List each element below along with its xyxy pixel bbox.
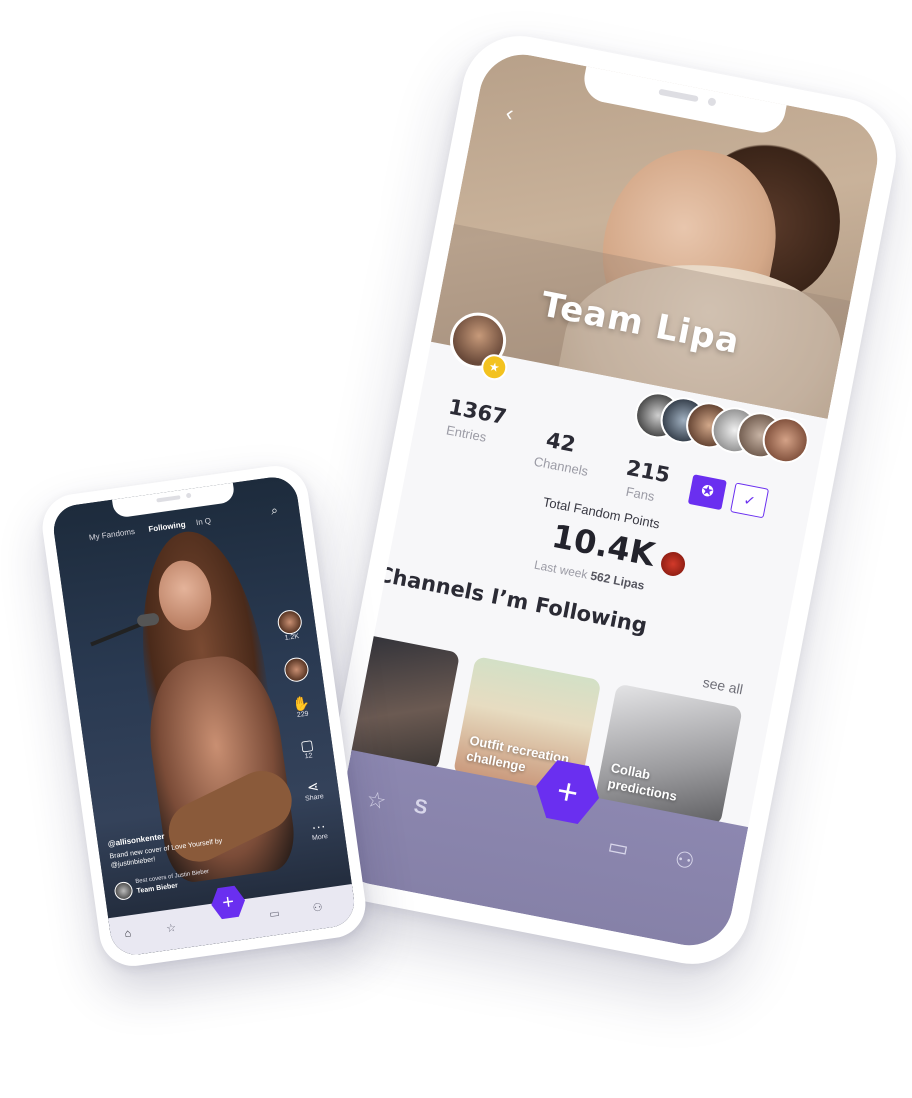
claps-action[interactable]: ✋ 229 <box>283 693 320 721</box>
feed-phone: My Fandoms Following In Q ⌕ 1.2K ✋ 229 ▢… <box>38 461 370 971</box>
profile-screen: ‹ Team Lipa ★ 1367 Entries 42 Channels 2… <box>327 47 885 953</box>
profile-icon[interactable]: ⚇ <box>312 900 323 914</box>
star-icon[interactable]: ☆ <box>165 921 176 935</box>
follow-check-button[interactable]: ✓ <box>730 482 770 519</box>
profile-phone: ‹ Team Lipa ★ 1367 Entries 42 Channels 2… <box>306 26 906 974</box>
points-week-value: 562 Lipas <box>589 568 646 593</box>
likes-action[interactable]: 1.2K <box>271 608 309 643</box>
award-button[interactable]: ✪ <box>687 474 727 511</box>
back-arrow-icon[interactable]: ‹ <box>504 100 516 127</box>
store-icon[interactable]: ▭ <box>268 906 280 920</box>
front-camera <box>707 97 717 107</box>
fans-value: 215 <box>624 455 672 488</box>
comments-action[interactable]: ▢ 12 <box>289 735 326 763</box>
see-all-link[interactable]: see all <box>702 674 745 697</box>
fans-label: Fans <box>624 483 656 505</box>
entries-label: Entries <box>445 422 488 445</box>
fandom-coin-icon <box>658 549 688 579</box>
creator-avatar[interactable] <box>278 655 315 684</box>
share-action[interactable]: ⋖ Share <box>295 776 332 804</box>
channels-label: Channels <box>532 453 590 479</box>
avatar <box>282 656 311 684</box>
more-action[interactable]: ··· More <box>300 816 337 844</box>
channel-name: Team Bieber <box>136 882 179 896</box>
points-week-prefix: Last week <box>532 557 589 582</box>
speaker-grille <box>156 495 181 503</box>
front-camera <box>185 492 192 499</box>
channels-value: 42 <box>544 427 578 457</box>
speaker-grille <box>658 88 699 103</box>
channel-avatar <box>113 880 134 902</box>
channel-logo-icon <box>276 608 304 636</box>
tab-in-q[interactable]: In Q <box>195 516 211 527</box>
